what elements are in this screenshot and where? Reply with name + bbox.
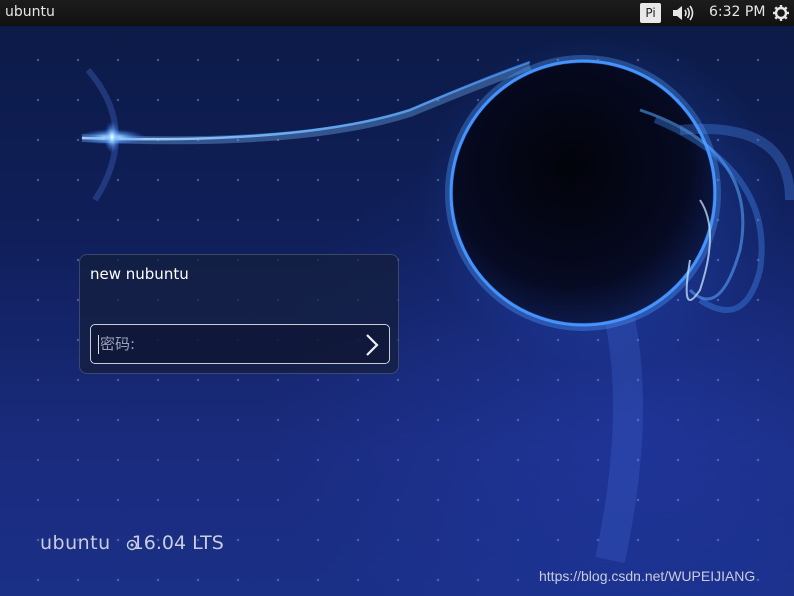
user-name[interactable]: new nubuntu [90,265,189,283]
volume-icon[interactable] [672,5,694,25]
keyboard-layout-indicator[interactable]: Pi [640,3,661,23]
text-cursor [98,335,99,354]
chevron-right-icon[interactable] [364,333,380,361]
gear-icon[interactable] [772,3,790,27]
login-screen: ubuntu Pi 6:32 PM new nubuntu ubuntu 16.… [0,0,794,596]
password-field[interactable] [90,324,390,364]
ubuntu-circle-icon [126,532,138,557]
clock[interactable]: 6:32 PM [709,4,765,20]
password-input[interactable] [100,332,340,356]
hostname-label: ubuntu [5,4,55,20]
login-card: new nubuntu [79,254,399,374]
top-panel: ubuntu Pi 6:32 PM [0,0,794,26]
watermark-url: https://blog.csdn.net/WUPEIJIANG [539,568,756,584]
ubuntu-branding: ubuntu 16.04 LTS [40,530,224,555]
ubuntu-logo-text: ubuntu [40,532,111,554]
ubuntu-version: 16.04 LTS [131,532,224,554]
